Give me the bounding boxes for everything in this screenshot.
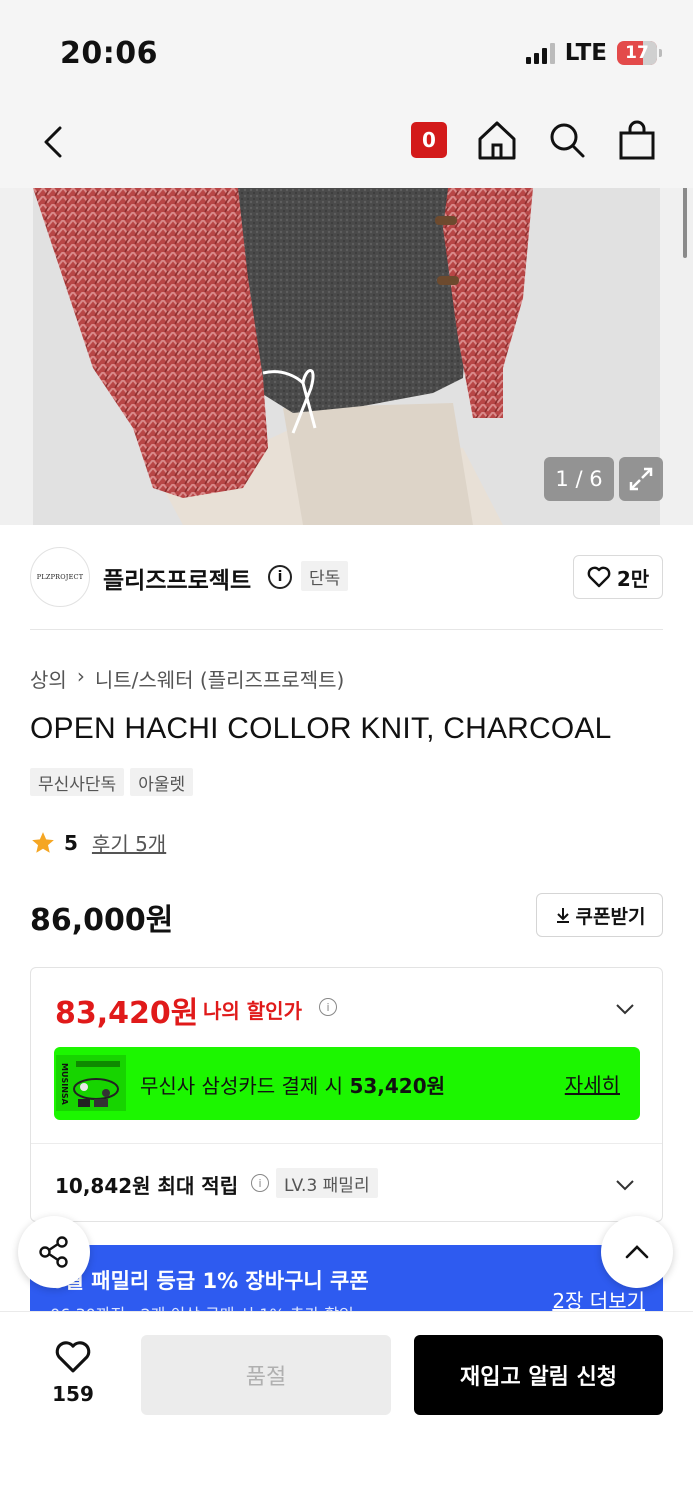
- download-icon: [556, 908, 569, 923]
- status-time: 20:06: [60, 36, 158, 71]
- product-tag: 무신사단독: [30, 768, 125, 796]
- chevron-down-icon[interactable]: [614, 998, 636, 1020]
- home-icon: [478, 121, 516, 160]
- soldout-button: 품절: [141, 1335, 391, 1415]
- points-info-icon[interactable]: i: [251, 1174, 269, 1192]
- network-type: LTE: [564, 40, 607, 66]
- discount-info-icon[interactable]: i: [319, 998, 337, 1016]
- battery-level: 17: [625, 43, 649, 63]
- coupon-banner-subtitle: 06.30까지 · 2개 이상 구매 시 1% 추가 할인: [50, 1301, 354, 1311]
- card-promo-text: 무신사 삼성카드 결제 시 53,420원: [140, 1070, 445, 1099]
- bottom-action-bar: 159 품절 재입고 알림 신청: [0, 1311, 693, 1500]
- signal-icon: [525, 42, 555, 64]
- battery-icon: 17: [617, 41, 662, 65]
- top-nav-bar: 0: [0, 100, 693, 188]
- card-detail-link[interactable]: 자세히: [565, 1069, 620, 1098]
- coupon-more-link[interactable]: 2장 더보기: [552, 1285, 645, 1311]
- expand-icon: [629, 467, 653, 491]
- home-button[interactable]: [477, 118, 517, 162]
- product-tags: 무신사단독 아울렛: [30, 768, 194, 796]
- brand-row: PLZPROJECT 플리즈프로젝트 i 단독 2만: [30, 547, 663, 609]
- status-bar: 20:06 LTE 17: [0, 0, 693, 100]
- expand-image-button[interactable]: [619, 457, 663, 501]
- card-thumb-text: MUSINSA: [60, 1063, 69, 1106]
- brand-exclusive-tag: 단독: [301, 561, 349, 591]
- discount-label: 나의 할인가: [203, 999, 302, 1023]
- status-indicators: LTE 17: [525, 40, 662, 66]
- back-button[interactable]: [36, 120, 72, 164]
- breadcrumb: 상의 › 니트/스웨터 (플리즈프로젝트): [30, 664, 344, 693]
- product-tag: 아울렛: [130, 768, 194, 796]
- review-link[interactable]: 후기 5개: [92, 828, 166, 857]
- section-divider: [30, 629, 663, 630]
- coupon-banner-title: 6월 패밀리 등급 1% 장바구니 쿠폰: [50, 1269, 369, 1293]
- search-icon: [550, 123, 585, 158]
- breadcrumb-category[interactable]: 상의: [30, 664, 67, 693]
- rating-row: 5 후기 5개: [30, 828, 166, 857]
- product-title: OPEN HACHI COLLOR KNIT, CHARCOAL: [30, 712, 612, 745]
- image-counter: 1 / 6: [544, 457, 614, 501]
- brand-info-icon[interactable]: i: [268, 565, 292, 589]
- share-button[interactable]: [18, 1216, 90, 1288]
- card-promo-description: 무신사 삼성카드 결제 시: [140, 1074, 344, 1098]
- box-divider: [31, 1143, 662, 1144]
- cart-count-badge[interactable]: 0: [411, 122, 447, 158]
- discount-box: 83,420원 나의 할인가 i MUSINSA 무신사 삼성카드 결제 시 5…: [30, 967, 663, 1222]
- breadcrumb-subcategory[interactable]: 니트/스웨터 (플리즈프로젝트): [95, 664, 345, 693]
- max-points: 10,842원 최대 적립: [55, 1174, 239, 1198]
- heart-icon: [55, 1341, 91, 1373]
- chevron-up-icon: [625, 1245, 649, 1259]
- card-promo-price: 53,420원: [349, 1074, 446, 1098]
- nav-actions: 0: [411, 118, 657, 162]
- chevron-down-icon[interactable]: [614, 1174, 636, 1196]
- brand-like-count: 2만: [616, 566, 650, 591]
- card-promo-thumbnail: MUSINSA: [56, 1055, 126, 1111]
- scroll-top-button[interactable]: [601, 1216, 673, 1288]
- product-like-count: 159: [52, 1382, 94, 1406]
- product-price: 86,000원: [30, 903, 174, 938]
- rating-value: 5: [64, 830, 78, 855]
- brand-like-button[interactable]: 2만: [573, 555, 663, 599]
- coupon-banner[interactable]: 6월 패밀리 등급 1% 장바구니 쿠폰 06.30까지 · 2개 이상 구매 …: [30, 1245, 663, 1311]
- share-icon: [39, 1236, 68, 1268]
- get-coupon-button[interactable]: 쿠폰받기: [536, 893, 663, 937]
- breadcrumb-separator-icon: ›: [76, 664, 85, 688]
- discount-price: 83,420원: [55, 996, 199, 1031]
- search-button[interactable]: [547, 118, 587, 162]
- shopping-bag-icon: [619, 120, 655, 160]
- card-promo-banner[interactable]: MUSINSA 무신사 삼성카드 결제 시 53,420원 자세히: [54, 1047, 640, 1120]
- product-like-button[interactable]: 159: [40, 1340, 106, 1406]
- brand-logo[interactable]: PLZPROJECT: [30, 547, 90, 607]
- brand-name[interactable]: 플리즈프로젝트: [103, 561, 251, 595]
- member-level-tag: LV.3 패밀리: [276, 1168, 378, 1198]
- star-icon: [32, 831, 54, 853]
- shopping-bag-button[interactable]: [617, 118, 657, 162]
- heart-icon: [587, 566, 611, 588]
- page-scrollbar[interactable]: [683, 188, 687, 258]
- restock-alert-button[interactable]: 재입고 알림 신청: [414, 1335, 663, 1415]
- get-coupon-label: 쿠폰받기: [575, 905, 646, 928]
- chevron-left-icon: [44, 126, 62, 158]
